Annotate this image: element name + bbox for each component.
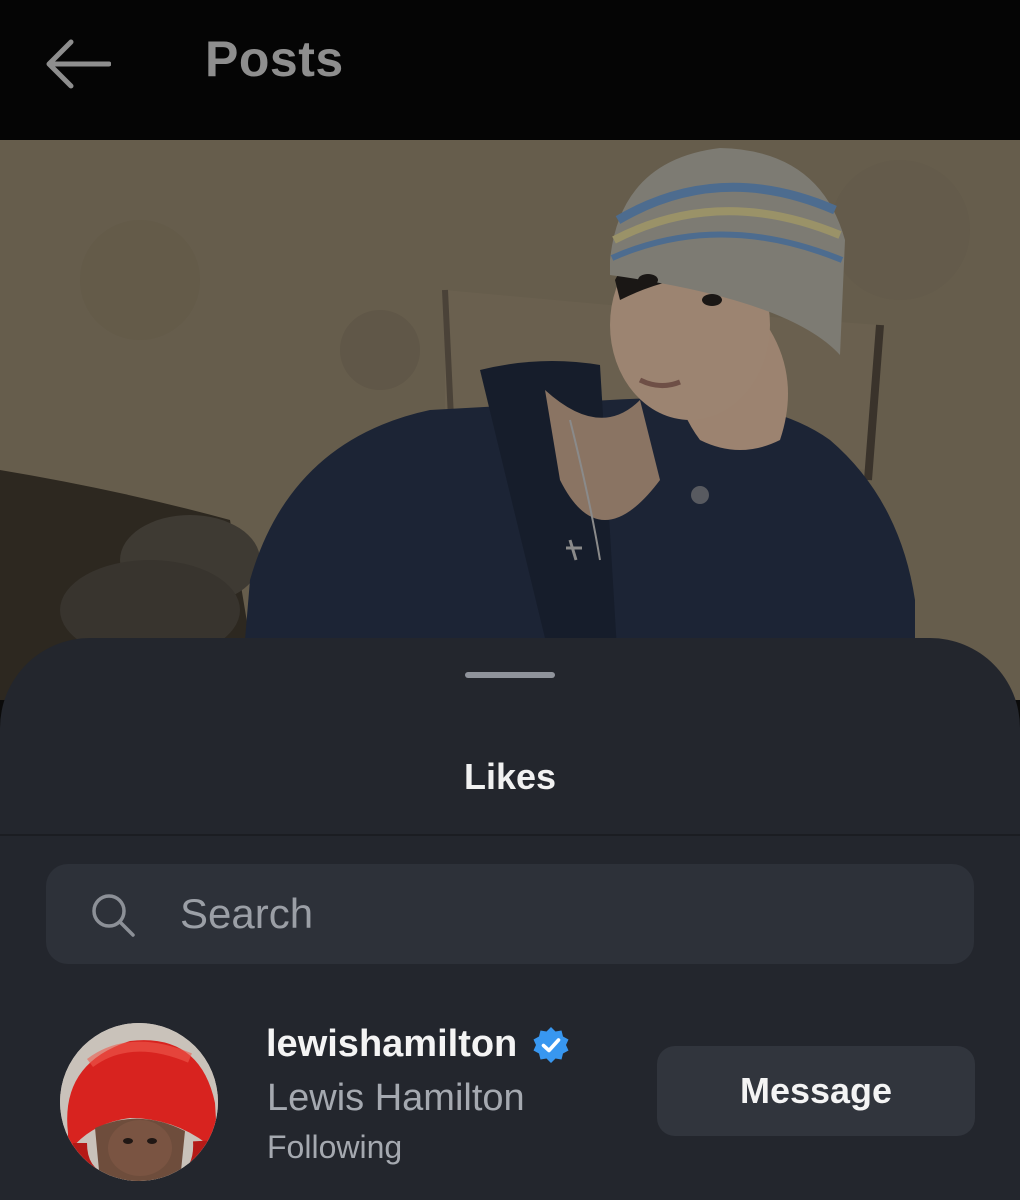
- back-button[interactable]: [30, 28, 126, 100]
- message-button[interactable]: Message: [657, 1046, 975, 1136]
- search-bar[interactable]: [46, 864, 974, 964]
- sheet-drag-handle[interactable]: [465, 672, 555, 678]
- username[interactable]: lewishamilton: [266, 1023, 517, 1066]
- post-image[interactable]: [0, 140, 1020, 700]
- likes-title: Likes: [463, 756, 557, 797]
- sheet-divider: [0, 834, 1020, 836]
- user-full-name: Lewis Hamilton: [267, 1077, 525, 1119]
- avatar[interactable]: [60, 1023, 218, 1181]
- top-app-bar: Posts: [0, 0, 1020, 140]
- instagram-post-likes-screen: Posts Likes Search lewishamilton Lewis H…: [0, 0, 1020, 1200]
- verified-badge-icon: [533, 1026, 569, 1063]
- search-icon: [92, 894, 135, 937]
- search-input[interactable]: [180, 864, 940, 964]
- arrow-left-icon: [46, 39, 111, 89]
- user-list-item[interactable]: lewishamilton Lewis Hamilton Following M…: [0, 1013, 1020, 1183]
- likes-bottom-sheet: Likes Search lewishamilton Lewis Hamilto…: [0, 638, 1020, 1200]
- page-title: Posts: [205, 31, 344, 87]
- following-status: Following: [267, 1129, 403, 1165]
- username-line: lewishamilton: [266, 1023, 571, 1066]
